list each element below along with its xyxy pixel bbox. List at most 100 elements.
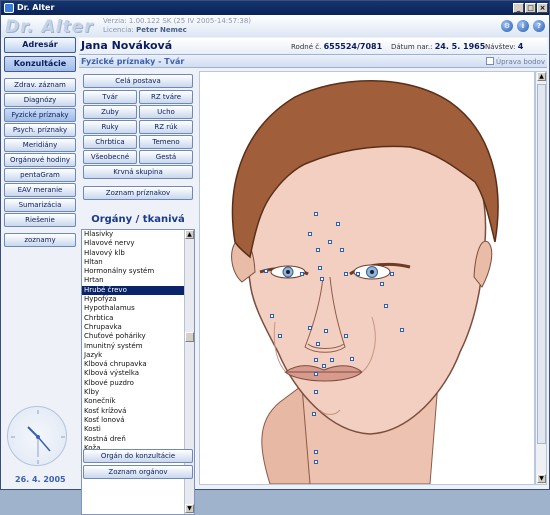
organ-list-item[interactable]: Kosti bbox=[82, 425, 194, 434]
acupoint-marker[interactable] bbox=[264, 269, 268, 273]
acupoint-marker[interactable] bbox=[322, 364, 326, 368]
organ-list-item[interactable]: Kosť krížová bbox=[82, 407, 194, 416]
acupoint-marker[interactable] bbox=[324, 329, 328, 333]
nav-adresar-button[interactable]: Adresár bbox=[4, 37, 76, 53]
general-button[interactable]: Všeobecné bbox=[83, 150, 137, 164]
nav-item-meridiany[interactable]: Meridiány bbox=[4, 138, 76, 152]
nav-zoznamy-button[interactable]: zoznamy bbox=[4, 233, 76, 247]
nav-item-psych-priznaky[interactable]: Psych. príznaky bbox=[4, 123, 76, 137]
close-button[interactable]: × bbox=[537, 3, 548, 13]
acupoint-marker[interactable] bbox=[316, 248, 320, 252]
acupoint-marker[interactable] bbox=[308, 326, 312, 330]
acupoint-marker[interactable] bbox=[308, 232, 312, 236]
acupoint-marker[interactable] bbox=[270, 314, 274, 318]
organ-list-item[interactable]: Hltan bbox=[82, 258, 194, 267]
hands-button[interactable]: Ruky bbox=[83, 120, 137, 134]
organ-list-item[interactable]: Imunitný systém bbox=[82, 342, 194, 351]
settings-icon[interactable]: ⚙ bbox=[501, 20, 513, 32]
acupoint-marker[interactable] bbox=[314, 390, 318, 394]
acupoint-marker[interactable] bbox=[344, 334, 348, 338]
symptom-list-button[interactable]: Zoznam príznakov bbox=[83, 186, 193, 200]
organ-list-item[interactable]: Hypothalamus bbox=[82, 304, 194, 313]
nav-konzultacie-button[interactable]: Konzultácie bbox=[4, 56, 76, 72]
nav-item-organove-hodiny[interactable]: Orgánové hodiny bbox=[4, 153, 76, 167]
organ-list-item[interactable]: Kĺbová chrupavka bbox=[82, 360, 194, 369]
dob-value: 24. 5. 1965 bbox=[434, 42, 486, 51]
acupoint-marker[interactable] bbox=[314, 212, 318, 216]
nav-item-zdrav-zaznam[interactable]: Zdrav. záznam bbox=[4, 78, 76, 92]
acupoint-marker[interactable] bbox=[314, 358, 318, 362]
face-button[interactable]: Tvár bbox=[83, 90, 137, 104]
organ-list-item[interactable]: Hlavový kĺb bbox=[82, 249, 194, 258]
edit-points-checkbox[interactable]: Úprava bodov bbox=[486, 57, 545, 66]
acupoint-marker[interactable] bbox=[384, 304, 388, 308]
organ-list-item[interactable]: Hlasivky bbox=[82, 230, 194, 239]
organ-list-item[interactable]: Kostná dreň bbox=[82, 435, 194, 444]
minimize-button[interactable]: _ bbox=[513, 3, 524, 13]
organ-list-item[interactable]: Chrbtica bbox=[82, 314, 194, 323]
scroll-down-icon[interactable]: ▼ bbox=[185, 504, 194, 513]
analog-clock bbox=[7, 406, 67, 466]
organ-list-item[interactable]: Konečník bbox=[82, 397, 194, 406]
face-image-area[interactable] bbox=[199, 71, 535, 485]
organ-list-item[interactable]: Hlavové nervy bbox=[82, 239, 194, 248]
acupoint-marker[interactable] bbox=[278, 334, 282, 338]
acupoint-marker[interactable] bbox=[316, 342, 320, 346]
organ-list-item[interactable]: Jazyk bbox=[82, 351, 194, 360]
teeth-button[interactable]: Zuby bbox=[83, 105, 137, 119]
image-scroll-thumb[interactable] bbox=[537, 84, 546, 444]
acupoint-marker[interactable] bbox=[344, 272, 348, 276]
organ-list-item[interactable]: Kosť lonová bbox=[82, 416, 194, 425]
organ-list-item[interactable]: Hormonálny systém bbox=[82, 267, 194, 276]
acupoint-marker[interactable] bbox=[300, 272, 304, 276]
organ-list-item[interactable]: Kĺbová výstelka bbox=[82, 369, 194, 378]
image-scroll-up-icon[interactable]: ▲ bbox=[537, 72, 546, 81]
acupoint-marker[interactable] bbox=[336, 222, 340, 226]
nav-item-riesenie[interactable]: Riešenie bbox=[4, 213, 76, 227]
full-body-button[interactable]: Celá postava bbox=[83, 74, 193, 88]
nav-item-fyzicke-priznaky[interactable]: Fyzické príznaky bbox=[4, 108, 76, 122]
organ-list-item[interactable]: Kĺbové puzdro bbox=[82, 379, 194, 388]
image-scroll-down-icon[interactable]: ▼ bbox=[537, 474, 546, 483]
acupoint-marker[interactable] bbox=[314, 460, 318, 464]
organ-list-item[interactable]: Kĺby bbox=[82, 388, 194, 397]
hands-rz-button[interactable]: RZ rúk bbox=[139, 120, 193, 134]
organ-list-button[interactable]: Zoznam orgánov bbox=[83, 465, 193, 479]
acupoint-marker[interactable] bbox=[390, 272, 394, 276]
ear-button[interactable]: Ucho bbox=[139, 105, 193, 119]
acupoint-marker[interactable] bbox=[314, 372, 318, 376]
acupoint-marker[interactable] bbox=[320, 277, 324, 281]
face-rz-button[interactable]: RZ tváre bbox=[139, 90, 193, 104]
image-scrollbar[interactable]: ▲ ▼ bbox=[535, 71, 547, 485]
maximize-button[interactable]: □ bbox=[525, 3, 536, 13]
acupoint-marker[interactable] bbox=[380, 282, 384, 286]
acupoint-marker[interactable] bbox=[314, 450, 318, 454]
nav-item-pentagram[interactable]: pentaGram bbox=[4, 168, 76, 182]
help-icon[interactable]: ? bbox=[533, 20, 545, 32]
add-organ-to-consultation-button[interactable]: Orgán do konzultácie bbox=[83, 449, 193, 463]
spine-button[interactable]: Chrbtica bbox=[83, 135, 137, 149]
blood-group-button[interactable]: Krvná skupina bbox=[83, 165, 193, 179]
organ-list-item[interactable]: Chrupavka bbox=[82, 323, 194, 332]
checkbox-icon[interactable] bbox=[486, 57, 494, 65]
organ-list-item[interactable]: Hypofýza bbox=[82, 295, 194, 304]
organ-list-item[interactable]: Hrtan bbox=[82, 276, 194, 285]
acupoint-marker[interactable] bbox=[356, 272, 360, 276]
organ-list-item[interactable]: Chuťové poháriky bbox=[82, 332, 194, 341]
info-icon[interactable]: i bbox=[517, 20, 529, 32]
acupoint-marker[interactable] bbox=[330, 358, 334, 362]
acupoint-marker[interactable] bbox=[400, 328, 404, 332]
acupoint-marker[interactable] bbox=[318, 266, 322, 270]
acupoint-marker[interactable] bbox=[350, 357, 354, 361]
acupoint-marker[interactable] bbox=[340, 248, 344, 252]
organ-list-item[interactable]: Hrubé črevo bbox=[82, 285, 194, 296]
acupoint-marker[interactable] bbox=[328, 240, 332, 244]
gestures-button[interactable]: Gestá bbox=[139, 150, 193, 164]
nav-item-eav-meranie[interactable]: EAV meranie bbox=[4, 183, 76, 197]
scroll-thumb[interactable] bbox=[185, 332, 194, 342]
nav-item-diagnozy[interactable]: Diagnózy bbox=[4, 93, 76, 107]
crown-button[interactable]: Temeno bbox=[139, 135, 193, 149]
acupoint-marker[interactable] bbox=[312, 412, 316, 416]
scroll-up-icon[interactable]: ▲ bbox=[185, 230, 194, 239]
nav-item-sumarizacia[interactable]: Sumarizácia bbox=[4, 198, 76, 212]
